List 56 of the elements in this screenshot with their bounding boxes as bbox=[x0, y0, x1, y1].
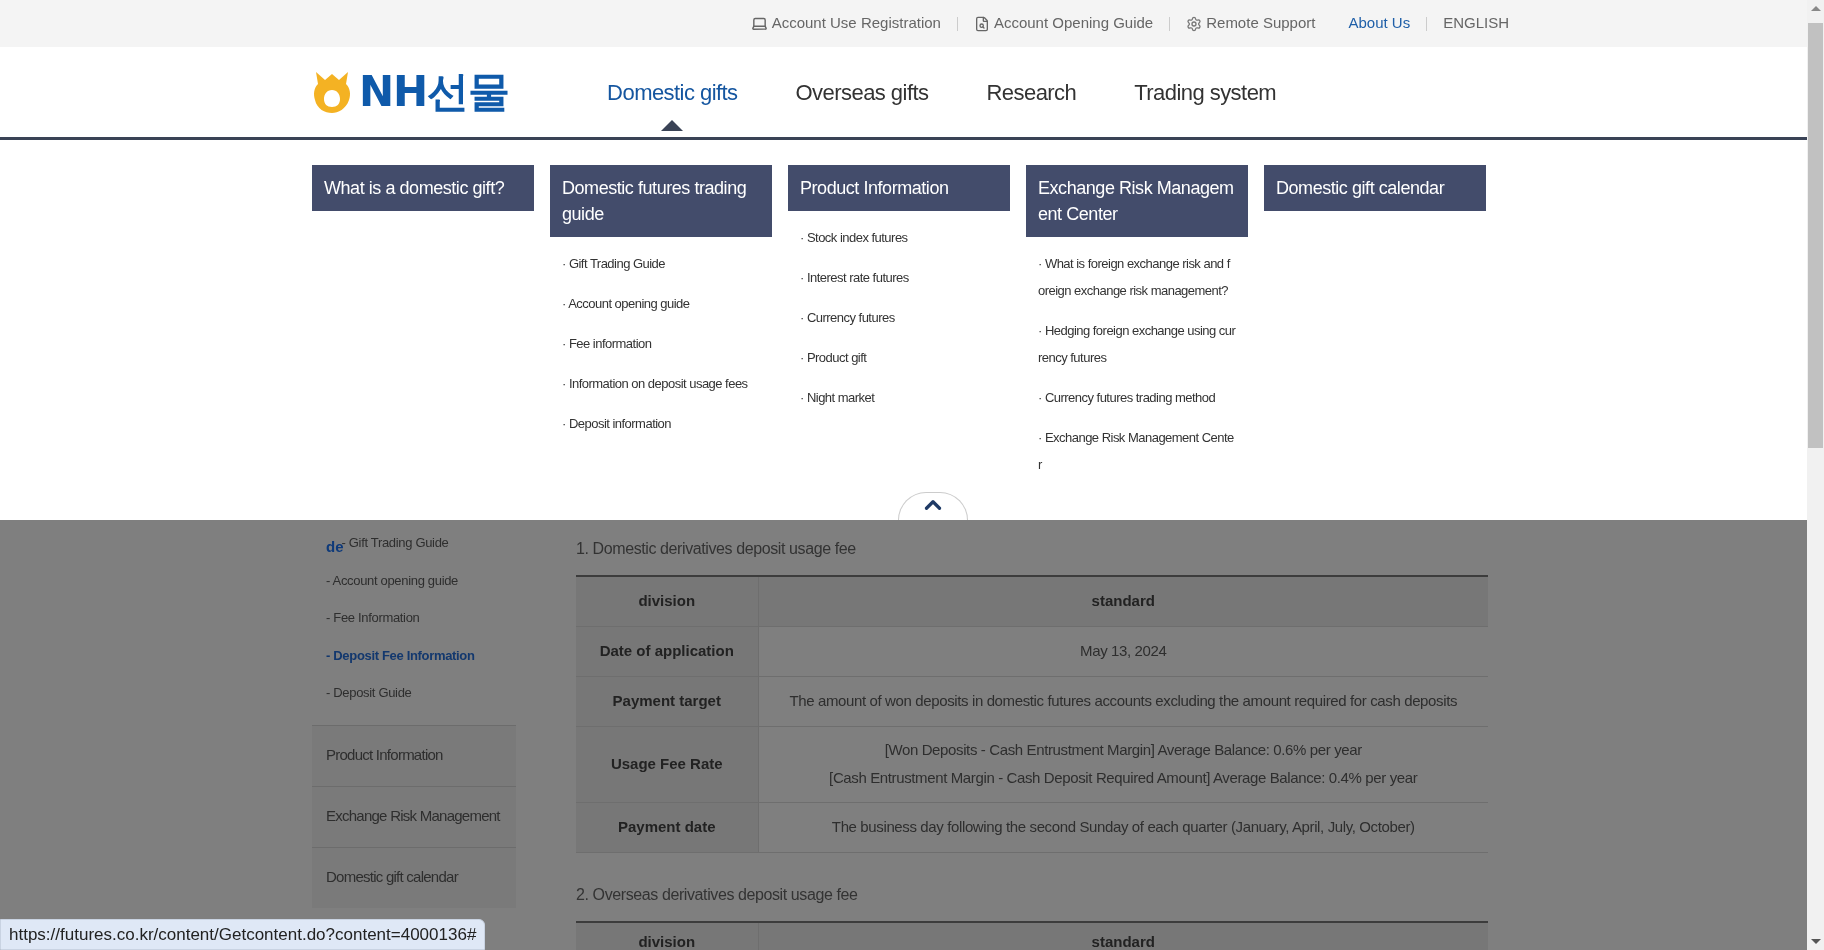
section-title: 2. Overseas derivatives deposit usage fee bbox=[576, 884, 859, 905]
sidebar-item[interactable]: - Account opening guide bbox=[326, 570, 459, 590]
menu-item[interactable]: · Product gift bbox=[800, 344, 998, 371]
menu-category[interactable]: Product Information bbox=[788, 165, 1010, 211]
table-cell-text: [Won Deposits - Cash Entrustment Margin] Average Balance: 0.6% per year bbox=[884, 739, 1362, 760]
scroll-down-icon bbox=[1810, 939, 1821, 944]
logo-icon bbox=[313, 70, 351, 114]
table-header: standard bbox=[758, 921, 1488, 950]
menu-item[interactable]: · What is foreign exchange risk and foreign exchange risk management? bbox=[1038, 250, 1236, 304]
document-icon bbox=[973, 15, 990, 32]
table-cell-text: May 13, 2024 bbox=[1080, 640, 1167, 661]
menu-item[interactable]: · Interest rate futures bbox=[800, 264, 998, 291]
menu-item[interactable]: · Fee information bbox=[562, 330, 760, 357]
menu-item[interactable]: · Exchange Risk Management Center bbox=[1038, 424, 1236, 478]
row-label: Payment date bbox=[576, 802, 758, 852]
row-label: Usage Fee Rate bbox=[576, 726, 758, 802]
row-label: Payment target bbox=[576, 676, 758, 726]
table-header: division bbox=[576, 576, 758, 626]
menu-category[interactable]: Exchange Risk Management Center bbox=[1026, 165, 1248, 237]
sidebar-item[interactable]: - Fee Information bbox=[326, 608, 420, 628]
menu-item[interactable]: · Night market bbox=[800, 384, 998, 411]
menu-item[interactable]: · Currency futures trading method bbox=[1038, 384, 1236, 411]
collapse-button[interactable] bbox=[898, 492, 968, 520]
row-label: Date of application bbox=[576, 626, 758, 676]
menu-category[interactable]: What is a domestic gift? bbox=[312, 165, 534, 211]
sidebar-item[interactable]: - Deposit Guide bbox=[326, 683, 412, 703]
table-header: division bbox=[576, 921, 758, 950]
menu-item[interactable]: · Account opening guide bbox=[562, 290, 760, 317]
scroll-up-icon bbox=[1810, 6, 1821, 11]
logo-text[interactable]: NH선물 bbox=[359, 71, 510, 113]
menu-category[interactable]: Domestic gift calendar bbox=[1264, 165, 1486, 211]
scrollbar[interactable] bbox=[1807, 0, 1824, 950]
status-url-tooltip: https://futures.co.kr/content/Getcontent.do?content=4000136# bbox=[0, 919, 486, 950]
nav-tab[interactable]: Research bbox=[986, 75, 1077, 109]
monitor-icon bbox=[750, 15, 768, 32]
top-link[interactable]: Account Opening Guide bbox=[993, 12, 1154, 35]
top-link[interactable]: ENGLISH bbox=[1443, 12, 1509, 35]
top-link[interactable]: Account Use Registration bbox=[771, 12, 941, 35]
menu-item[interactable]: · Hedging foreign exchange using currency futures bbox=[1038, 317, 1236, 371]
menu-item[interactable]: · Gift Trading Guide bbox=[562, 250, 760, 277]
table-cell-text: [Cash Entrustment Margin - Cash Deposit Required Amount] Average Balance: 0.4% per year bbox=[829, 768, 1418, 788]
menu-item[interactable]: · Information on deposit usage fees bbox=[562, 370, 760, 397]
top-link[interactable]: Remote Support bbox=[1206, 12, 1316, 35]
menu-category[interactable]: Domestic futures trading guide bbox=[550, 165, 772, 237]
table-cell-text: The business day following the second Sunday of each quarter (January, April, July, October) bbox=[831, 816, 1415, 837]
section-title: 1. Domestic derivatives deposit usage fee bbox=[576, 539, 857, 559]
scrollbar-thumb[interactable] bbox=[1808, 23, 1823, 448]
table-cell-text: The amount of won deposits in domestic futures accounts excluding the amount required for cash deposits bbox=[789, 690, 1458, 711]
settings-icon bbox=[1186, 15, 1203, 32]
nav-tab[interactable]: Trading system bbox=[1134, 75, 1277, 109]
menu-item[interactable]: · Stock index futures bbox=[800, 224, 998, 251]
menu-item[interactable]: · Currency futures bbox=[800, 304, 998, 331]
menu-item[interactable]: · Deposit information bbox=[562, 410, 760, 437]
nav-tab[interactable]: Overseas gifts bbox=[795, 75, 929, 109]
top-link[interactable]: About Us bbox=[1348, 12, 1411, 35]
table-header: standard bbox=[758, 576, 1488, 626]
